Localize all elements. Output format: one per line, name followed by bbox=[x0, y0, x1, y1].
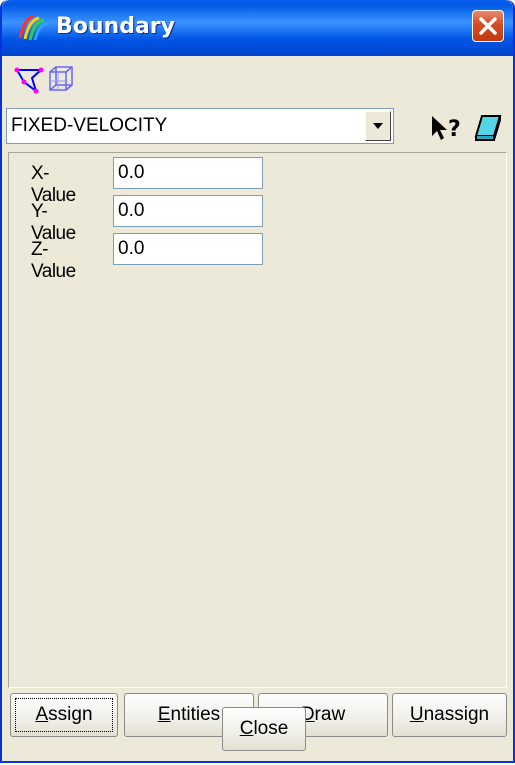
help-pointer-icon[interactable]: ? bbox=[430, 114, 466, 142]
z-value-input[interactable]: 0.0 bbox=[113, 233, 263, 265]
close-button[interactable]: Close bbox=[222, 707, 306, 751]
eraser-icon[interactable] bbox=[472, 112, 504, 142]
condition-select-value: FIXED-VELOCITY bbox=[11, 115, 168, 136]
window-title: Boundary bbox=[56, 14, 175, 39]
app-icon bbox=[18, 14, 49, 41]
y-value-input[interactable]: 0.0 bbox=[113, 195, 263, 227]
assign-button[interactable]: Assign bbox=[10, 693, 118, 737]
z-value-label: Z-Value bbox=[31, 239, 76, 282]
unassign-button[interactable]: Unassign bbox=[392, 693, 507, 737]
chevron-down-icon bbox=[373, 123, 383, 129]
close-icon bbox=[479, 17, 497, 35]
boundary-dialog: Boundary FIXED-VELOCITY ? X-Value 0.0 Y-… bbox=[0, 0, 515, 763]
values-panel: X-Value 0.0 Y-Value 0.0 Z-Value 0.0 bbox=[8, 152, 507, 688]
x-value-input[interactable]: 0.0 bbox=[113, 157, 263, 189]
close-window-button[interactable] bbox=[472, 10, 504, 42]
dropdown-button[interactable] bbox=[365, 111, 391, 141]
volume-select-icon[interactable] bbox=[46, 64, 76, 94]
surface-select-icon[interactable] bbox=[14, 64, 44, 94]
dialog-content: FIXED-VELOCITY ? X-Value 0.0 Y-Value 0.0… bbox=[2, 56, 513, 761]
title-bar[interactable]: Boundary bbox=[2, 0, 513, 56]
condition-select[interactable]: FIXED-VELOCITY bbox=[6, 108, 394, 144]
svg-text:?: ? bbox=[448, 117, 461, 142]
